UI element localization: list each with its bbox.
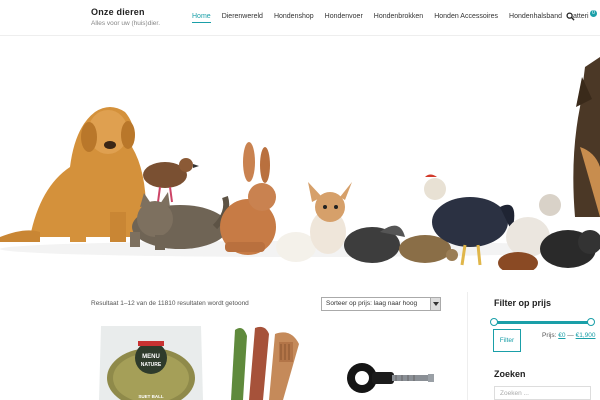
price-slider-track[interactable]: [494, 321, 591, 324]
price-range-label: Prijs: €0 — €1,900: [542, 332, 596, 339]
search-widget-title: Zoeken: [494, 369, 526, 379]
nav-item-hondenshop[interactable]: Hondenshop: [274, 13, 314, 20]
cat-illustration: [130, 192, 230, 250]
filter-price-title: Filter op prijs: [494, 298, 552, 308]
product-image-wooden-chew[interactable]: [213, 322, 321, 400]
dog-illustration: [0, 107, 147, 242]
nav-item-hondenvoer[interactable]: Hondenvoer: [325, 13, 363, 20]
sidebar-divider: [467, 292, 468, 400]
sort-select[interactable]: Sorteer op prijs: laag naar hoog: [321, 297, 441, 311]
nav-item-hondenbrokken[interactable]: Hondenbrokken: [374, 13, 423, 20]
product-label-menu: MENU: [142, 354, 160, 360]
cart-link[interactable]: atteri: [573, 13, 589, 20]
shepherd-illustration: [573, 57, 600, 217]
price-slider-max-handle[interactable]: [587, 318, 595, 326]
product-label-nature: NATURE: [141, 362, 162, 368]
result-count: Resultaat 1–12 van de 11810 resultaten w…: [91, 300, 249, 307]
bird-illustration: [143, 158, 199, 203]
chevron-down-icon: [430, 298, 440, 310]
nav-item-hondenhalsband[interactable]: Hondenhalsband: [509, 13, 562, 20]
product-image-suet-ball[interactable]: MENU NATURE SUET BALL: [97, 322, 205, 400]
price-separator: —: [565, 332, 576, 339]
hero-banner-image: [0, 37, 600, 270]
price-max: €1,900: [575, 332, 596, 339]
nav-item-home[interactable]: Home: [192, 13, 211, 23]
search-input[interactable]: Zoeken ...: [494, 386, 591, 400]
cart-count-badge: 0: [590, 10, 597, 17]
product-image-insulator[interactable]: [332, 322, 440, 400]
product-label-suet-ball: SUET BALL: [138, 394, 164, 399]
main-navigation: Home Dierenwereld Hondenshop Hondenvoer …: [192, 13, 573, 23]
site-tagline: Alles voor uw (huis)dier.: [91, 20, 160, 27]
price-slider-min-handle[interactable]: [490, 318, 498, 326]
site-title[interactable]: Onze dieren: [91, 7, 160, 17]
price-prefix: Prijs:: [542, 332, 559, 339]
nav-item-honden-accessoires[interactable]: Honden Accessoires: [434, 13, 498, 20]
sort-select-value: Sorteer op prijs: laag naar hoog: [326, 300, 418, 307]
pig-illustration: [540, 230, 600, 268]
site-branding: Onze dieren Alles voor uw (huis)dier.: [91, 7, 160, 27]
filter-button[interactable]: Filter: [493, 329, 521, 352]
nav-item-dierenwereld[interactable]: Dierenwereld: [222, 13, 263, 20]
site-header: Onze dieren Alles voor uw (huis)dier. Ho…: [0, 0, 600, 36]
